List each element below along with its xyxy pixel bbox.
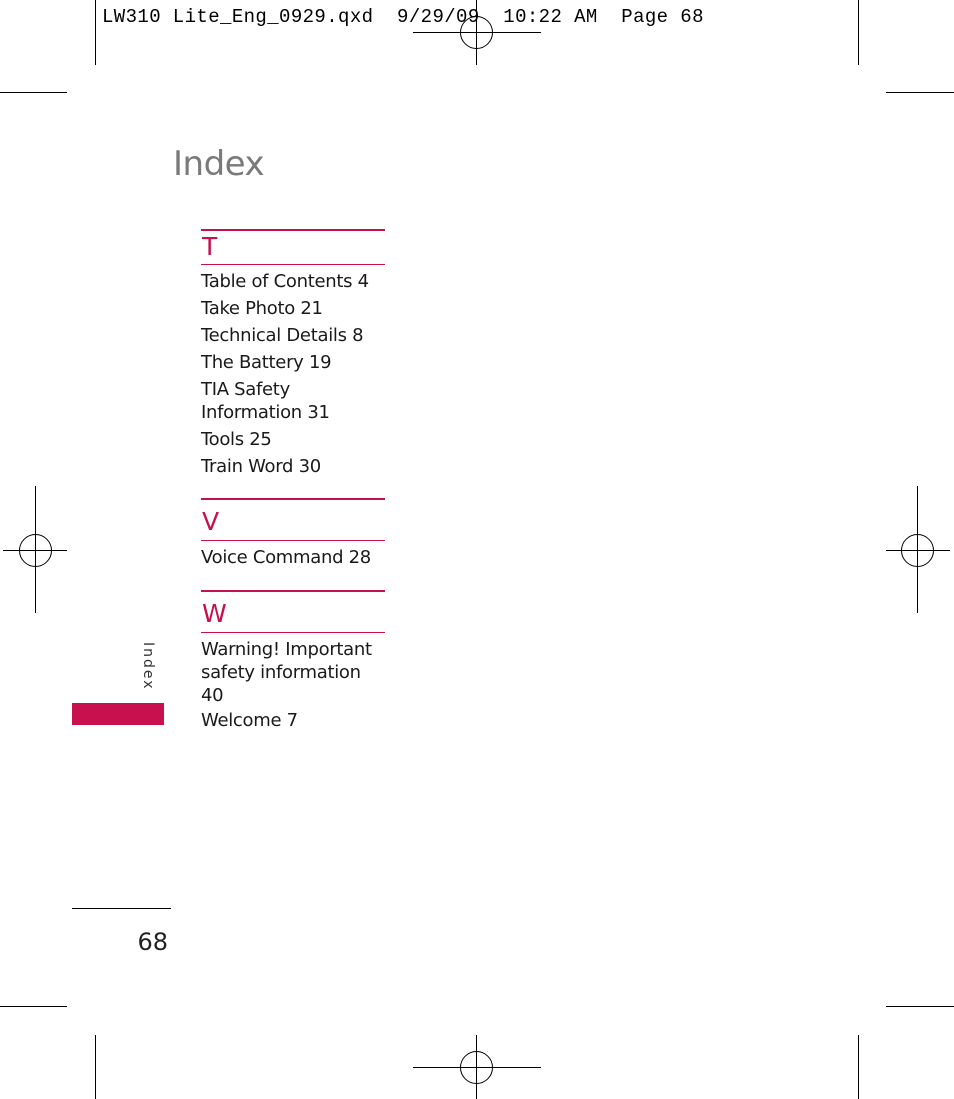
index-entry: TIA Safety Information 31 [201, 379, 330, 423]
index-entry: Voice Command 28 [201, 547, 371, 568]
index-entry: Welcome 7 [201, 710, 298, 731]
side-tab-bar [72, 703, 164, 725]
index-entry: Table of Contents 4 [201, 271, 369, 292]
index-section-v: V Voice Command 28 [201, 498, 385, 573]
index-section-t: T Table of Contents 4 Take Photo 21 Tech… [201, 229, 385, 482]
section-rule-bottom [201, 540, 385, 541]
index-entry: Take Photo 21 [201, 298, 323, 319]
index-entry: Technical Details 8 [201, 325, 364, 346]
section-letter: T [202, 232, 218, 261]
section-letter: V [202, 507, 220, 536]
registration-mark-right [886, 486, 950, 613]
section-rule-bottom [201, 264, 385, 265]
page-number: 68 [137, 928, 168, 956]
section-rule-bottom [201, 632, 385, 633]
index-entry: Train Word 30 [201, 456, 321, 477]
index-entry: The Battery 19 [201, 352, 332, 373]
index-section-w: W Warning! Important safety information … [201, 590, 385, 736]
index-entry: Warning! Important safety information 40 [201, 639, 372, 706]
registration-mark-left [3, 486, 67, 613]
section-letter: W [202, 599, 227, 628]
index-entry: Tools 25 [201, 429, 272, 450]
side-tab-label: Index [140, 642, 156, 691]
registration-mark-bottom [413, 1035, 541, 1099]
print-slug-line: LW310 Lite_Eng_0929.qxd 9/29/09 10:22 AM… [102, 6, 704, 28]
footer-rule [72, 908, 171, 909]
page-title: Index [173, 144, 265, 184]
